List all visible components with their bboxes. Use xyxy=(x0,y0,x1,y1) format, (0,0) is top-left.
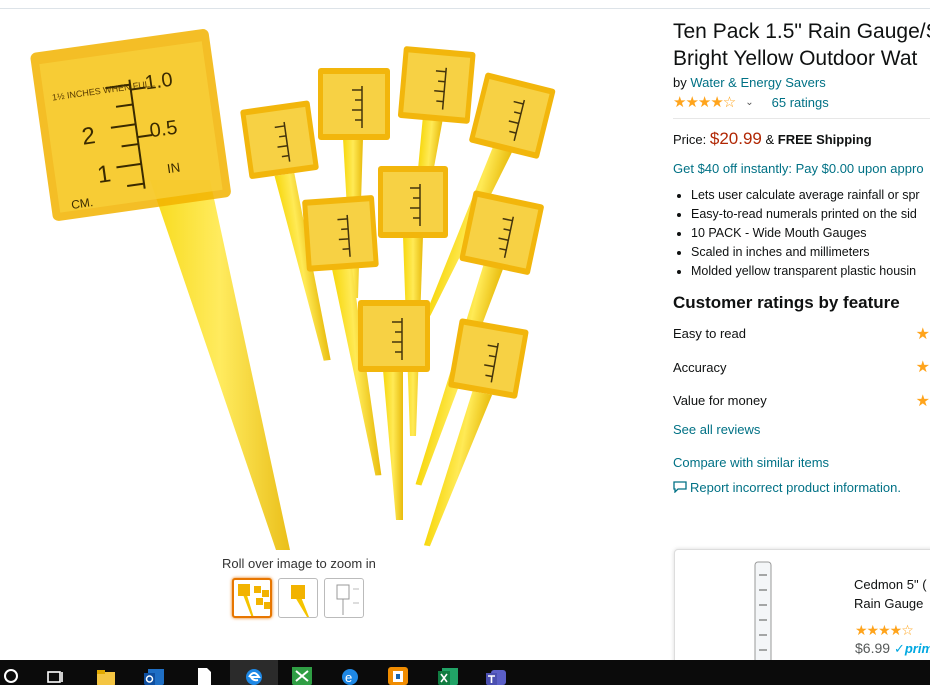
file-explorer-icon[interactable] xyxy=(96,665,116,685)
bullet-item: Lets user calculate average rainfall or … xyxy=(691,186,930,205)
internet-explorer-icon[interactable]: e xyxy=(340,665,360,685)
teams-icon[interactable] xyxy=(486,665,506,685)
related-star-rating-icon: ★★★★☆ xyxy=(855,622,914,638)
feature-rating-row: Easy to read ★ xyxy=(673,317,930,351)
windows-taskbar: e xyxy=(0,660,930,685)
star-icon: ★ xyxy=(915,325,930,343)
by-prefix: by xyxy=(673,75,687,90)
related-price-row: $6.99 ✓prim xyxy=(855,640,930,657)
product-title: Ten Pack 1.5" Rain Gauge/S Bright Yellow… xyxy=(673,18,930,72)
ratings-count-link[interactable]: 65 ratings xyxy=(772,95,829,110)
chevron-down-icon[interactable]: ⌄ xyxy=(745,97,753,108)
feature-label: Value for money xyxy=(673,393,767,409)
ratings-by-feature-heading: Customer ratings by feature xyxy=(673,293,900,312)
shipping-amp: & xyxy=(765,132,775,147)
free-shipping[interactable]: FREE Shipping xyxy=(778,132,872,147)
rating-summary: ★★★★☆ ⌄ 65 ratings xyxy=(673,93,930,119)
see-all-reviews-link[interactable]: See all reviews xyxy=(673,422,760,437)
feature-rating-row: Accuracy ★ xyxy=(673,351,930,385)
related-product-image[interactable] xyxy=(751,560,775,670)
feature-bullets: Lets user calculate average rainfall or … xyxy=(673,186,930,281)
comment-icon xyxy=(673,481,687,493)
bullet-item: Molded yellow transparent plastic housin xyxy=(691,262,930,281)
excel-icon[interactable] xyxy=(438,665,458,685)
bullet-item: 10 PACK - Wide Mouth Gauges xyxy=(691,224,930,243)
related-price: $6.99 xyxy=(855,640,891,656)
svg-text:e: e xyxy=(345,670,352,685)
related-name-line2: Rain Gauge xyxy=(854,596,924,611)
thumbnail-2[interactable] xyxy=(278,578,318,618)
app-green-icon[interactable] xyxy=(292,665,312,685)
image-thumbnails xyxy=(232,578,364,618)
report-incorrect-link[interactable]: Report incorrect product information. xyxy=(690,480,901,495)
browser-top-edge xyxy=(0,0,930,9)
related-product-name[interactable]: Cedmon 5" ( Rain Gauge xyxy=(854,575,927,613)
product-main-image[interactable]: 1½ INCHES WHEN FULL 1.0 0.5 2 1 IN CM. xyxy=(0,10,660,555)
gauge-mark-0-5: 0.5 xyxy=(148,117,179,143)
price-label: Price: xyxy=(673,132,707,147)
compare-similar-link[interactable]: Compare with similar items xyxy=(673,455,829,470)
feature-label: Accuracy xyxy=(673,359,727,375)
edge-browser-icon[interactable] xyxy=(244,665,264,685)
product-title-line2: Bright Yellow Outdoor Wat xyxy=(673,47,918,70)
gauge-mark-1-0: 1.0 xyxy=(144,69,175,95)
brand-link[interactable]: Water & Energy Savers xyxy=(690,75,825,90)
thumbnail-3[interactable] xyxy=(324,578,364,618)
byline: by Water & Energy Savers xyxy=(673,75,930,90)
bullet-item: Easy-to-read numerals printed on the sid xyxy=(691,205,930,224)
task-view-icon[interactable] xyxy=(46,665,66,685)
price-value: $20.99 xyxy=(709,129,762,148)
promo-link[interactable]: Get $40 off instantly: Pay $0.00 upon ap… xyxy=(673,161,930,176)
feature-ratings: Easy to read ★ Accuracy ★ Value for mone… xyxy=(673,317,930,418)
product-details: Ten Pack 1.5" Rain Gauge/S Bright Yellow… xyxy=(673,18,930,495)
prime-badge: ✓prim xyxy=(893,641,930,656)
gauge-unit-in: IN xyxy=(166,160,181,177)
star-rating-icon[interactable]: ★★★★☆ xyxy=(673,93,736,111)
related-name-line1: Cedmon 5" ( xyxy=(854,577,927,592)
related-product-card[interactable]: Cedmon 5" ( Rain Gauge ★★★★☆ $6.99 ✓prim xyxy=(674,549,930,671)
star-icon: ★ xyxy=(915,359,930,377)
price-row: Price: $20.99 & FREE Shipping xyxy=(673,129,930,149)
product-title-line1: Ten Pack 1.5" Rain Gauge/S xyxy=(673,20,930,43)
bullet-item: Scaled in inches and millimeters xyxy=(691,243,930,262)
outlook-icon[interactable] xyxy=(144,665,164,685)
feature-rating-row: Value for money ★ xyxy=(673,384,930,418)
document-icon[interactable] xyxy=(194,665,214,685)
feature-label: Easy to read xyxy=(673,326,746,342)
search-icon[interactable] xyxy=(2,665,22,685)
app-orange-icon[interactable] xyxy=(388,665,408,685)
star-icon: ★ xyxy=(915,392,930,410)
zoom-hint: Roll over image to zoom in xyxy=(222,556,376,571)
thumbnail-1[interactable] xyxy=(232,578,272,618)
